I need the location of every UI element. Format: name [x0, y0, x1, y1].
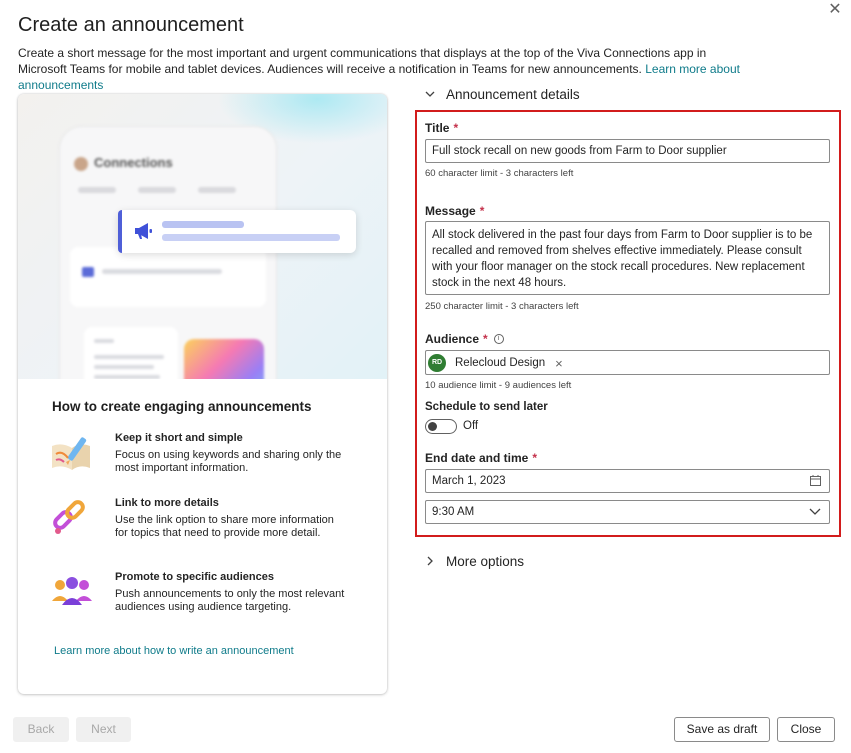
- chevron-down-icon: [809, 508, 821, 515]
- tip-body: Use the link option to share more inform…: [115, 514, 334, 539]
- schedule-toggle[interactable]: [425, 419, 457, 434]
- remove-audience-icon[interactable]: ×: [555, 356, 563, 371]
- title-label: Title *: [425, 121, 458, 135]
- people-group-icon: [52, 577, 92, 605]
- tip-body: Focus on using keywords and sharing only…: [115, 449, 342, 474]
- required-mark: *: [483, 332, 488, 346]
- audience-label: Audience * i: [425, 332, 504, 346]
- calendar-icon[interactable]: [810, 475, 821, 486]
- end-date-picker[interactable]: March 1, 2023: [425, 469, 830, 493]
- chevron-down-icon: [425, 91, 435, 97]
- tip-title: Link to more details: [115, 497, 219, 509]
- end-time-value: 9:30 AM: [432, 506, 475, 518]
- megaphone-icon: [135, 223, 152, 239]
- section-label: Announcement details: [446, 86, 580, 102]
- end-label-text: End date and time: [425, 451, 529, 465]
- schedule-state: Off: [463, 420, 479, 432]
- pencil-paper-icon: [52, 437, 90, 470]
- audience-picker[interactable]: RD Relecloud Design ×: [425, 350, 830, 375]
- message-label-text: Message: [425, 204, 476, 218]
- title-hint: 60 character limit - 3 characters left: [425, 168, 574, 179]
- audience-label-text: Audience: [425, 332, 480, 346]
- close-icon[interactable]: ✕: [827, 2, 843, 18]
- audience-chip-name: Relecloud Design: [455, 357, 546, 369]
- required-mark: *: [453, 121, 459, 135]
- dialog-intro: Create a short message for the most impo…: [18, 45, 758, 93]
- tip-title: Keep it short and simple: [115, 432, 243, 444]
- audience-chip: RD Relecloud Design ×: [428, 353, 563, 373]
- intro-text: Create a short message for the most impo…: [18, 46, 707, 76]
- phone-app-title: Connections: [94, 155, 173, 170]
- next-button[interactable]: Next: [76, 717, 131, 742]
- learn-more-writing-link[interactable]: Learn more about how to write an announc…: [54, 645, 294, 657]
- message-label: Message *: [425, 204, 484, 218]
- required-mark: *: [532, 451, 538, 465]
- chevron-right-icon: [427, 556, 433, 566]
- chain-link-icon: [53, 500, 85, 534]
- end-datetime-label: End date and time *: [425, 451, 537, 465]
- announcement-preview-card: [118, 210, 356, 253]
- save-draft-button[interactable]: Save as draft: [674, 717, 770, 742]
- end-date-value: March 1, 2023: [432, 475, 506, 487]
- schedule-label: Schedule to send later: [425, 401, 548, 413]
- preview-illustration: Connections: [18, 94, 387, 379]
- avatar: RD: [428, 354, 446, 372]
- tip-title: Promote to specific audiences: [115, 571, 274, 583]
- message-textarea[interactable]: All stock delivered in the past four day…: [425, 221, 830, 295]
- back-button[interactable]: Back: [13, 717, 69, 742]
- end-time-dropdown[interactable]: 9:30 AM: [425, 500, 830, 524]
- required-mark: *: [479, 204, 485, 218]
- more-options-label: More options: [446, 553, 525, 569]
- more-options-toggle[interactable]: More options: [424, 553, 524, 569]
- tip-body: Push announcements to only the most rele…: [115, 588, 345, 613]
- phone-mockup: Connections: [60, 127, 276, 379]
- dialog-title: Create an announcement: [18, 14, 244, 36]
- title-input[interactable]: Full stock recall on new goods from Farm…: [425, 139, 830, 163]
- title-label-text: Title: [425, 121, 450, 135]
- message-hint: 250 character limit - 3 characters left: [425, 301, 579, 312]
- guide-card: Connections How to create engaging annou…: [18, 94, 387, 694]
- announcement-details-toggle[interactable]: Announcement details: [424, 86, 580, 102]
- close-button[interactable]: Close: [777, 717, 835, 742]
- guide-heading: How to create engaging announcements: [52, 399, 312, 414]
- info-icon[interactable]: i: [493, 334, 504, 344]
- audience-hint: 10 audience limit - 9 audiences left: [425, 380, 572, 391]
